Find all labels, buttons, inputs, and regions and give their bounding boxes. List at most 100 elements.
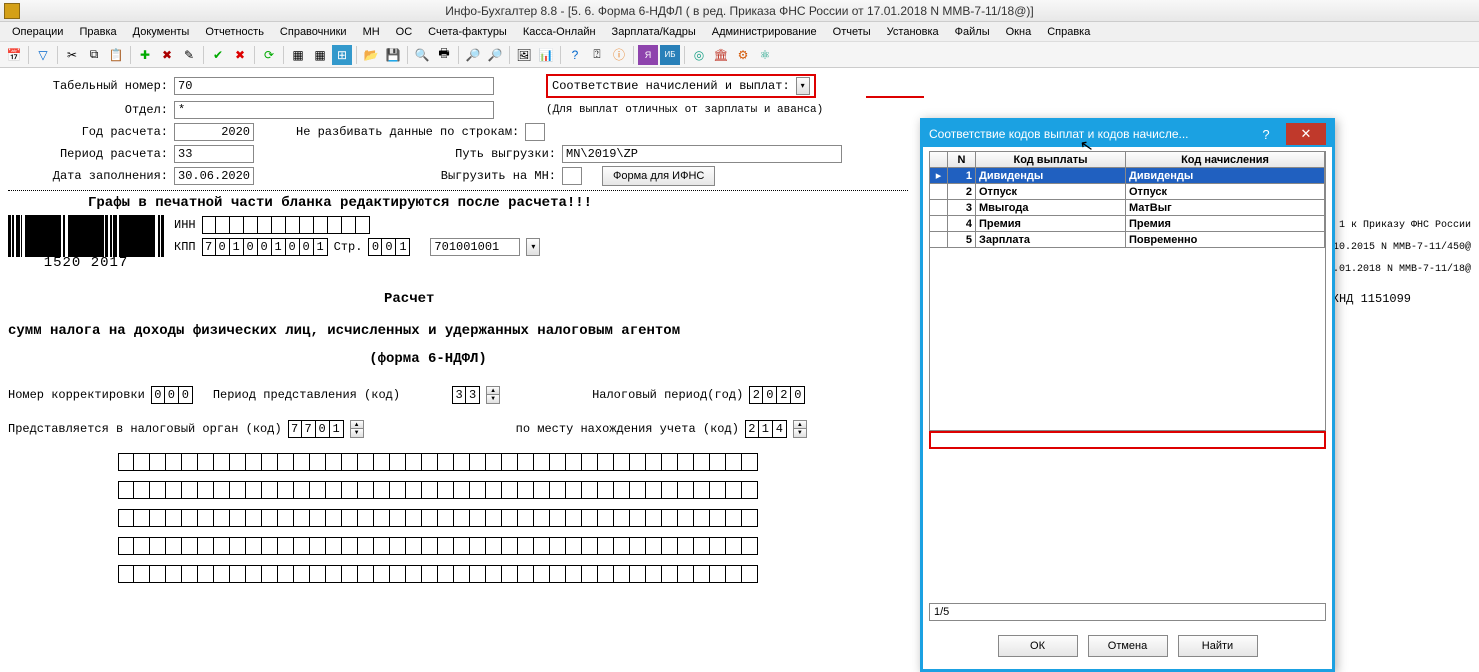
tool-app3-icon[interactable]: ◎ <box>689 45 709 65</box>
kpp-cells[interactable]: 701001001 <box>202 238 328 256</box>
no-split-input[interactable] <box>525 123 545 141</box>
fill-date-label: Дата заполнения: <box>8 169 168 183</box>
tax-org-label: Представляется в налоговый орган (код) <box>8 422 282 436</box>
tool-app5-icon[interactable]: ⚙ <box>733 45 753 65</box>
menu-edit[interactable]: Правка <box>73 24 122 40</box>
menu-invoices[interactable]: Счета-фактуры <box>422 24 513 40</box>
tool-cut-icon[interactable]: ✂ <box>62 45 82 65</box>
grid-status: 1/5 <box>929 603 1326 621</box>
grid-col-accrual[interactable]: Код начисления <box>1126 152 1325 168</box>
tool-calendar-icon[interactable]: 📅 <box>4 45 24 65</box>
inn-cells[interactable] <box>202 216 370 234</box>
menu-os[interactable]: ОС <box>390 24 419 40</box>
tool-grid1-icon[interactable]: ▦ <box>288 45 308 65</box>
grid-col-n[interactable]: N <box>948 152 976 168</box>
period-input[interactable] <box>174 145 254 163</box>
tool-edit-icon[interactable]: ✎ <box>179 45 199 65</box>
tool-delete-icon[interactable]: ✖ <box>157 45 177 65</box>
grid-row[interactable]: 5ЗарплатаПовременно <box>930 232 1325 248</box>
export-input[interactable] <box>562 167 582 185</box>
tax-period-label: Налоговый период(год) <box>592 388 743 402</box>
tool-preview-icon[interactable]: 🔍 <box>412 45 432 65</box>
kpp-combo[interactable] <box>430 238 520 256</box>
tool-refresh-icon[interactable]: ⟳ <box>259 45 279 65</box>
dept-label: Отдел: <box>8 103 168 117</box>
tool-info-icon[interactable]: ⓘ <box>609 45 629 65</box>
loc-spinner[interactable]: ▲▼ <box>793 420 807 438</box>
tool-cancel-icon[interactable]: ✖ <box>230 45 250 65</box>
tool-zoomout-icon[interactable]: 🔎 <box>485 45 505 65</box>
year-input[interactable] <box>174 123 254 141</box>
ifns-button[interactable]: Форма для ИФНС <box>602 166 715 186</box>
form-name: (форма 6-НДФЛ) <box>369 351 487 367</box>
tool-help-icon[interactable]: ? <box>565 45 585 65</box>
menu-reports[interactable]: Отчеты <box>827 24 877 40</box>
menu-files[interactable]: Файлы <box>949 24 996 40</box>
grid-row[interactable]: 4ПремияПремия <box>930 216 1325 232</box>
dialog-cancel-button[interactable]: Отмена <box>1088 635 1168 657</box>
menu-kassa[interactable]: Касса-Онлайн <box>517 24 602 40</box>
menu-help[interactable]: Справка <box>1041 24 1096 40</box>
fill-date-input[interactable] <box>174 167 254 185</box>
tool-whatsthis-icon[interactable]: ⍰ <box>587 45 607 65</box>
tool-print-icon[interactable]: 🖶 <box>434 45 454 65</box>
dialog-ok-button[interactable]: ОК <box>998 635 1078 657</box>
dialog-help-button[interactable]: ? <box>1246 123 1286 145</box>
pres-period-spinner[interactable]: ▲▼ <box>486 386 500 404</box>
dept-input[interactable] <box>174 101 494 119</box>
tool-filter-icon[interactable]: ▽ <box>33 45 53 65</box>
str-cells[interactable]: 001 <box>368 238 410 256</box>
tax-org-spinner[interactable]: ▲▼ <box>350 420 364 438</box>
toolbar: 📅 ▽ ✂ ⧉ 📋 ✚ ✖ ✎ ✔ ✖ ⟳ ▦ ▦ ⊞ 📂 💾 🔍 🖶 🔎 🔎 … <box>0 42 1479 68</box>
tab-num-label: Табельный номер: <box>8 79 168 93</box>
loc-label: по месту нахождения учета (код) <box>516 422 739 436</box>
corr-cells[interactable]: 000 <box>151 386 193 404</box>
menu-directories[interactable]: Справочники <box>274 24 353 40</box>
sootv-label: Соответствие начислений и выплат: <box>552 79 790 93</box>
tool-chart-icon[interactable]: 📊 <box>536 45 556 65</box>
tool-app6-icon[interactable]: ⚛ <box>755 45 775 65</box>
sootv-dropdown-button[interactable]: ▾ <box>796 77 810 95</box>
tool-grid2-icon[interactable]: ▦ <box>310 45 330 65</box>
tool-open-icon[interactable]: 📂 <box>361 45 381 65</box>
pres-period-cells[interactable]: 33 <box>452 386 480 404</box>
tax-period-cells[interactable]: 2020 <box>749 386 805 404</box>
mapping-grid: N Код выплаты Код начисления ▸1Дивиденды… <box>929 151 1326 431</box>
grid-input-row[interactable] <box>929 431 1326 449</box>
grid-row[interactable]: 2ОтпускОтпуск <box>930 184 1325 200</box>
tool-insert-icon[interactable]: ✚ <box>135 45 155 65</box>
tab-num-input[interactable] <box>174 77 494 95</box>
barcode-number: 1520 2017 <box>44 255 129 271</box>
dialog-titlebar[interactable]: Соответствие кодов выплат и кодов начисл… <box>923 121 1332 147</box>
menu-setup[interactable]: Установка <box>881 24 945 40</box>
export-label: Выгрузить на МН: <box>436 169 556 183</box>
tool-image-icon[interactable]: 🖼 <box>514 45 534 65</box>
grid-col-payout[interactable]: Код выплаты <box>976 152 1126 168</box>
tax-org-cells[interactable]: 7701 <box>288 420 344 438</box>
loc-cells[interactable]: 214 <box>745 420 787 438</box>
dialog-close-button[interactable]: ✕ <box>1286 123 1326 145</box>
menu-documents[interactable]: Документы <box>127 24 196 40</box>
tool-check-icon[interactable]: ✔ <box>208 45 228 65</box>
tool-zoomin-icon[interactable]: 🔎 <box>463 45 483 65</box>
tool-app4-icon[interactable]: 🏛 <box>711 45 731 65</box>
menu-operations[interactable]: Операции <box>6 24 69 40</box>
grid-row[interactable]: 3МвыгодаМатВыг <box>930 200 1325 216</box>
red-connector <box>866 96 924 98</box>
menu-mn[interactable]: МН <box>357 24 386 40</box>
menu-reporting[interactable]: Отчетность <box>199 24 270 40</box>
menu-windows[interactable]: Окна <box>1000 24 1038 40</box>
tool-copy-icon[interactable]: ⧉ <box>84 45 104 65</box>
path-input[interactable] <box>562 145 842 163</box>
tool-calc-icon[interactable]: ⊞ <box>332 45 352 65</box>
kpp-combo-dropdown[interactable]: ▾ <box>526 238 540 256</box>
menu-admin[interactable]: Администрирование <box>706 24 823 40</box>
path-label: Путь выгрузки: <box>436 147 556 161</box>
tool-app2-icon[interactable]: ИБ <box>660 45 680 65</box>
tool-app1-icon[interactable]: Я <box>638 45 658 65</box>
grid-row[interactable]: ▸1ДивидендыДивиденды <box>930 168 1325 184</box>
tool-save-icon[interactable]: 💾 <box>383 45 403 65</box>
dialog-find-button[interactable]: Найти <box>1178 635 1258 657</box>
menu-salary[interactable]: Зарплата/Кадры <box>606 24 702 40</box>
tool-paste-icon[interactable]: 📋 <box>106 45 126 65</box>
